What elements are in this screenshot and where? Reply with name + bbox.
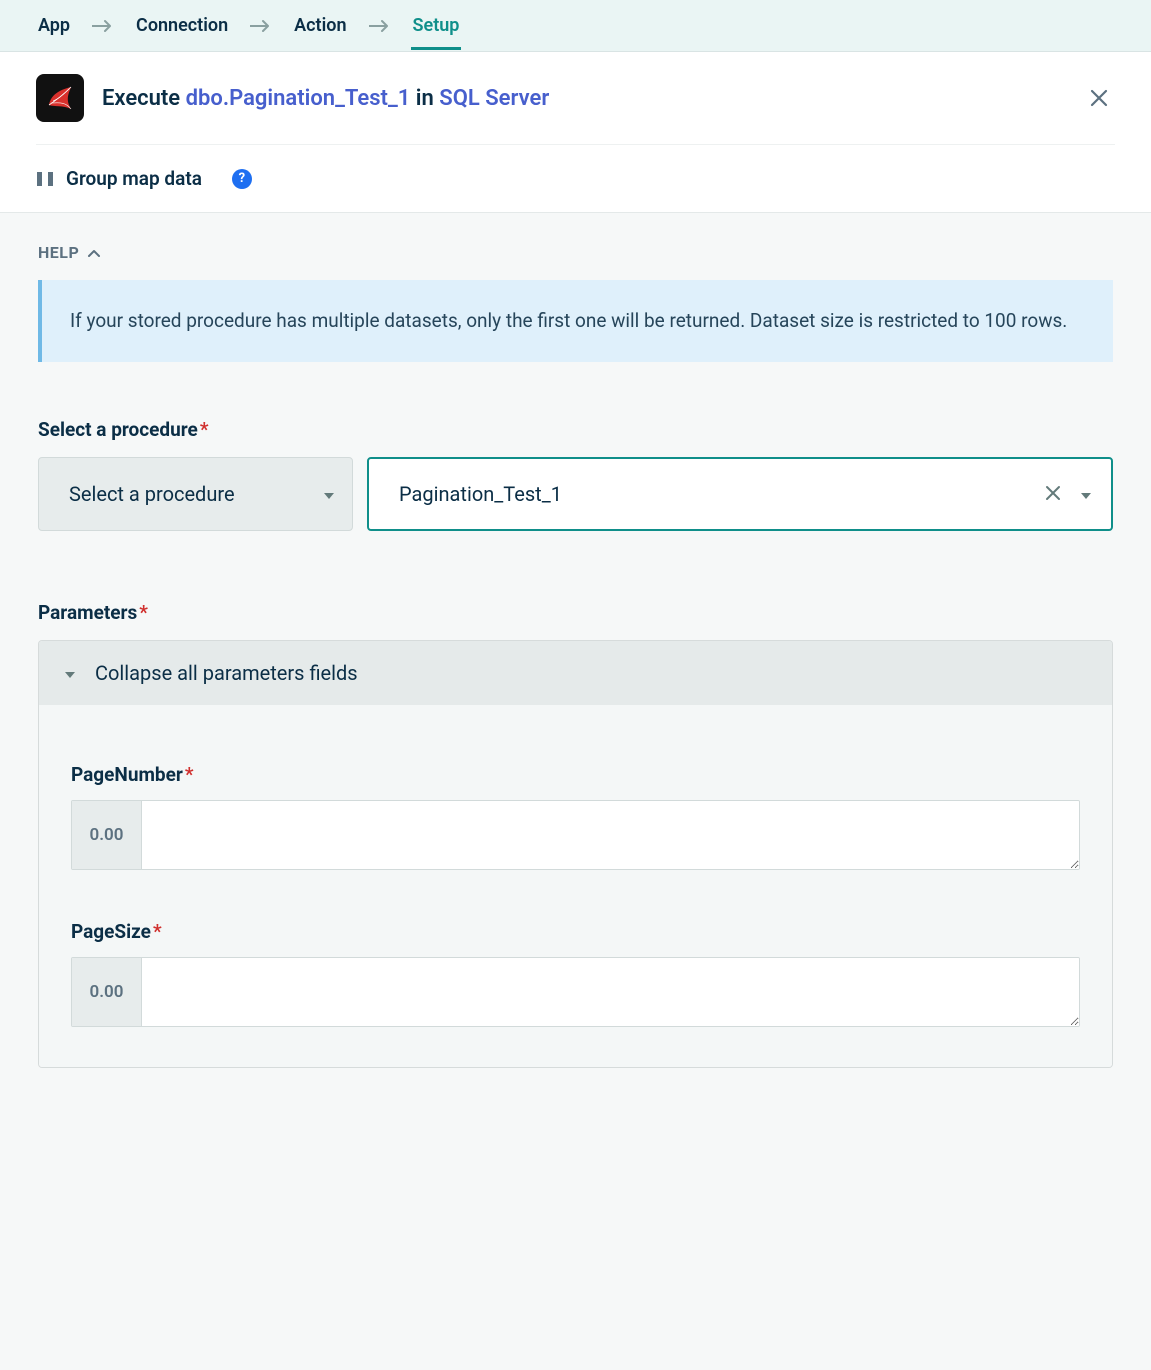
setup-content: HELP If your stored procedure has multip… — [0, 213, 1151, 1098]
chevron-up-icon — [87, 248, 101, 258]
tab-setup[interactable]: Setup — [411, 1, 462, 50]
param-name: PageSize — [71, 920, 151, 943]
help-message: If your stored procedure has multiple da… — [38, 280, 1113, 362]
procedure-value-input[interactable]: Pagination_Test_1 — [367, 457, 1113, 531]
close-button[interactable] — [1083, 82, 1115, 114]
action-title: Execute dbo.Pagination_Test_1 in SQL Ser… — [102, 86, 549, 111]
action-title-prefix: Execute — [102, 86, 186, 111]
procedure-field-label: Select a procedure* — [38, 418, 1113, 441]
close-icon — [1045, 485, 1061, 501]
connector-link[interactable]: SQL Server — [439, 86, 549, 111]
required-indicator: * — [139, 601, 148, 624]
required-indicator: * — [200, 418, 209, 441]
procedure-selected-value: Pagination_Test_1 — [399, 482, 562, 506]
sql-server-icon — [36, 74, 84, 122]
procedure-dropdown-placeholder: Select a procedure — [69, 482, 235, 506]
help-toggle[interactable]: HELP — [38, 243, 101, 262]
param-field-pagenumber: PageNumber* 0.00 — [71, 763, 1080, 870]
param-input-wrap: 0.00 — [71, 957, 1080, 1027]
chevron-right-icon — [92, 19, 114, 33]
tab-connection[interactable]: Connection — [134, 1, 230, 50]
procedure-label-text: Select a procedure — [38, 418, 198, 441]
required-indicator: * — [153, 920, 162, 943]
parameters-box: Collapse all parameters fields PageNumbe… — [38, 640, 1113, 1068]
caret-down-icon — [63, 661, 77, 685]
procedure-row: Select a procedure Pagination_Test_1 — [38, 457, 1113, 531]
param-field-pagesize: PageSize* 0.00 — [71, 920, 1080, 1027]
parameters-label-text: Parameters — [38, 601, 137, 624]
caret-down-icon — [322, 482, 336, 506]
collapse-parameters-label: Collapse all parameters fields — [95, 661, 358, 685]
param-label-pagesize: PageSize* — [71, 920, 1080, 943]
parameters-section: Parameters* Collapse all parameters fiel… — [38, 601, 1113, 1068]
help-icon[interactable]: ? — [232, 169, 252, 189]
param-type-badge: 0.00 — [72, 958, 142, 1026]
action-header: Execute dbo.Pagination_Test_1 in SQL Ser… — [0, 52, 1151, 213]
tab-action[interactable]: Action — [292, 1, 348, 50]
group-map-label[interactable]: Group map data — [66, 167, 202, 190]
procedure-type-dropdown[interactable]: Select a procedure — [38, 457, 353, 531]
procedure-dropdown-caret[interactable] — [1079, 482, 1093, 506]
action-header-row: Execute dbo.Pagination_Test_1 in SQL Ser… — [36, 74, 1115, 145]
close-icon — [1089, 88, 1109, 108]
parameters-label: Parameters* — [38, 601, 1113, 624]
group-map-icon — [36, 170, 54, 188]
wizard-tabs: App Connection Action Setup — [0, 0, 1151, 52]
tab-app[interactable]: App — [36, 1, 72, 50]
action-title-in: in — [410, 86, 439, 111]
param-label-pagenumber: PageNumber* — [71, 763, 1080, 786]
clear-procedure-button[interactable] — [1045, 482, 1061, 506]
pagesize-input[interactable] — [142, 958, 1079, 1026]
collapse-parameters-toggle[interactable]: Collapse all parameters fields — [39, 641, 1112, 705]
parameters-body: PageNumber* 0.00 PageSize* 0.00 — [39, 705, 1112, 1067]
required-indicator: * — [185, 763, 194, 786]
param-input-wrap: 0.00 — [71, 800, 1080, 870]
procedure-link[interactable]: dbo.Pagination_Test_1 — [186, 86, 411, 111]
help-toggle-label: HELP — [38, 243, 79, 262]
param-type-badge: 0.00 — [72, 801, 142, 869]
group-map-row: Group map data ? — [36, 145, 1115, 212]
chevron-right-icon — [369, 19, 391, 33]
caret-down-icon — [1079, 491, 1093, 501]
param-name: PageNumber — [71, 763, 183, 786]
chevron-right-icon — [250, 19, 272, 33]
pagenumber-input[interactable] — [142, 801, 1079, 869]
